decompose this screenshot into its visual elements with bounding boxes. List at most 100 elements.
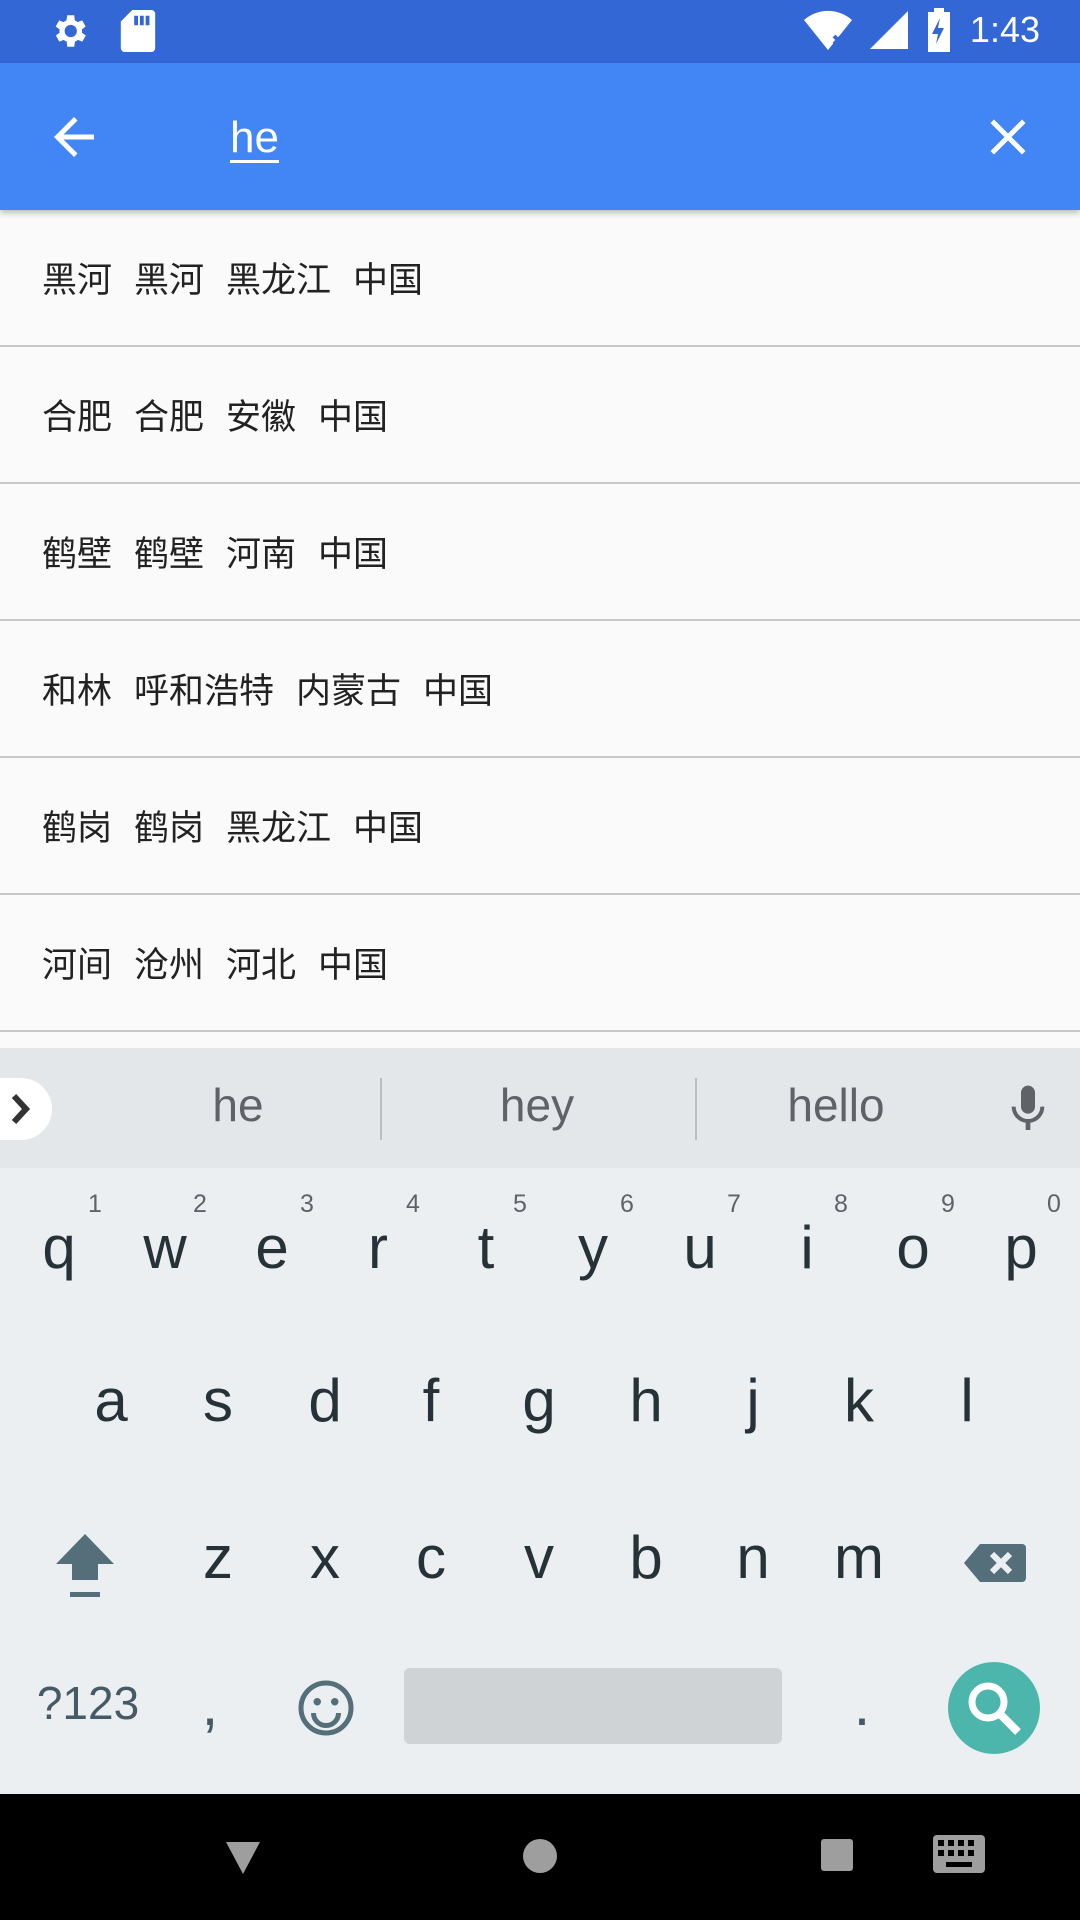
key-e[interactable]: e (231, 1213, 313, 1282)
wifi-icon (803, 10, 852, 50)
back-triangle-icon[interactable] (222, 1838, 264, 1878)
sd-card-icon (120, 10, 156, 52)
key-z[interactable]: z (177, 1523, 259, 1592)
key-u[interactable]: u (659, 1213, 741, 1282)
settings-icon (55, 15, 86, 47)
city-name: 黑河 (42, 261, 113, 301)
period-key[interactable]: . (832, 1670, 892, 1739)
prefecture-name: 呼和浩特 (134, 672, 275, 712)
backspace-icon (964, 1544, 1026, 1582)
key-g[interactable]: g (498, 1366, 580, 1435)
emoji-key[interactable] (296, 1678, 356, 1738)
key-p[interactable]: p (980, 1213, 1062, 1282)
country-name: 中国 (318, 946, 389, 986)
city-name: 和林 (42, 672, 113, 712)
recents-square-icon[interactable] (820, 1838, 854, 1872)
key-b[interactable]: b (605, 1523, 687, 1592)
key-l[interactable]: l (926, 1366, 1008, 1435)
chevron-right-icon (11, 1093, 31, 1125)
prefecture-name: 鹤壁 (134, 535, 205, 575)
key-x[interactable]: x (284, 1523, 366, 1592)
microphone-icon[interactable] (1000, 1081, 1056, 1137)
comma-key[interactable]: , (180, 1670, 240, 1739)
symbols-key[interactable]: ?123 (28, 1676, 148, 1730)
soft-keyboard: he hey hello q 1 w 2 e 3 r 4 t 5 y 6 u 7… (0, 1048, 1080, 1794)
suggestion-word[interactable]: hey (397, 1078, 677, 1132)
key-s[interactable]: s (177, 1366, 259, 1435)
city-result-row[interactable]: 和林 呼和浩特 内蒙古 中国 (0, 621, 1080, 758)
prefecture-name: 合肥 (134, 398, 205, 438)
key-w[interactable]: w (124, 1213, 206, 1282)
country-name: 中国 (423, 672, 494, 712)
key-n[interactable]: n (712, 1523, 794, 1592)
expand-suggestions-button[interactable] (0, 1078, 52, 1140)
shift-arrow-icon (56, 1534, 114, 1597)
key-hint: 7 (727, 1190, 741, 1218)
key-f[interactable]: f (390, 1366, 472, 1435)
key-hint: 5 (513, 1190, 527, 1218)
key-hint: 9 (941, 1190, 955, 1218)
prefecture-name: 黑河 (134, 261, 205, 301)
key-d[interactable]: d (284, 1366, 366, 1435)
suggestion-word[interactable]: he (98, 1078, 378, 1132)
key-m[interactable]: m (818, 1523, 900, 1592)
key-c[interactable]: c (390, 1523, 472, 1592)
clear-search-button[interactable] (978, 107, 1038, 167)
key-hint: 0 (1047, 1190, 1061, 1218)
country-name: 中国 (353, 261, 424, 301)
city-result-row[interactable]: 黑河 黑河 黑龙江 中国 (0, 210, 1080, 347)
back-button[interactable] (44, 107, 104, 167)
province-name: 河北 (226, 946, 297, 986)
status-bar: 1:43 (0, 0, 1080, 63)
search-action-key[interactable] (948, 1662, 1040, 1754)
suggestion-divider (380, 1078, 382, 1140)
province-name: 黑龙江 (226, 261, 332, 301)
key-y[interactable]: y (552, 1213, 634, 1282)
key-v[interactable]: v (498, 1523, 580, 1592)
keyboard-icon[interactable] (932, 1834, 986, 1874)
country-name: 中国 (318, 535, 389, 575)
home-circle-icon[interactable] (522, 1838, 558, 1874)
arrow-back-icon (54, 117, 94, 157)
signal-icon (869, 11, 908, 49)
province-name: 河南 (226, 535, 297, 575)
key-q[interactable]: q (18, 1213, 100, 1282)
close-icon (990, 119, 1026, 155)
prefecture-name: 沧州 (134, 946, 205, 986)
key-t[interactable]: t (445, 1213, 527, 1282)
province-name: 黑龙江 (226, 809, 332, 849)
suggestion-strip: he hey hello (0, 1048, 1080, 1168)
search-input[interactable] (230, 98, 880, 178)
key-hint: 2 (193, 1190, 207, 1218)
search-app-bar (0, 63, 1080, 210)
prefecture-name: 鹤岗 (134, 809, 205, 849)
city-result-row[interactable]: 鹤岗 鹤岗 黑龙江 中国 (0, 758, 1080, 895)
city-name: 合肥 (42, 398, 113, 438)
emoji-icon (298, 1680, 354, 1736)
country-name: 中国 (318, 398, 389, 438)
suggestion-word[interactable]: hello (696, 1078, 976, 1132)
key-hint: 1 (88, 1190, 102, 1218)
key-h[interactable]: h (605, 1366, 687, 1435)
key-j[interactable]: j (712, 1366, 794, 1435)
province-name: 安徽 (226, 398, 297, 438)
key-a[interactable]: a (70, 1366, 152, 1435)
province-name: 内蒙古 (296, 672, 402, 712)
country-name: 中国 (353, 809, 424, 849)
city-result-row[interactable]: 合肥 合肥 安徽 中国 (0, 347, 1080, 484)
key-r[interactable]: r (337, 1213, 419, 1282)
backspace-key[interactable] (962, 1530, 1028, 1596)
key-o[interactable]: o (872, 1213, 954, 1282)
key-i[interactable]: i (766, 1213, 848, 1282)
key-k[interactable]: k (818, 1366, 900, 1435)
city-name: 鹤壁 (42, 535, 113, 575)
shift-key[interactable] (50, 1528, 120, 1608)
key-hint: 6 (620, 1190, 634, 1218)
city-result-row[interactable]: 河间 沧州 河北 中国 (0, 895, 1080, 1032)
system-navigation-bar (0, 1794, 1080, 1920)
city-results-list: 黑河 黑河 黑龙江 中国 合肥 合肥 安徽 中国 鹤壁 鹤壁 河南 中国 和林 … (0, 210, 1080, 1032)
space-key[interactable] (404, 1668, 782, 1744)
city-result-row[interactable]: 鹤壁 鹤壁 河南 中国 (0, 484, 1080, 621)
key-hint: 3 (300, 1190, 314, 1218)
search-icon (968, 1682, 1021, 1735)
